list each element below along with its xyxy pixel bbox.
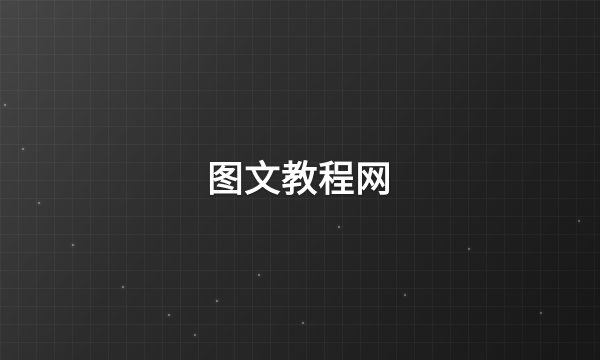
speckle — [194, 334, 196, 336]
page-title: 图文教程网 — [207, 159, 393, 200]
speckle — [404, 294, 406, 296]
speckle — [540, 312, 542, 314]
speckle — [338, 226, 340, 228]
speckle — [72, 244, 74, 246]
speckle — [22, 148, 24, 150]
speckle — [468, 248, 470, 250]
hero-banner: 图文教程网 — [0, 0, 600, 360]
speckle — [302, 322, 304, 324]
speckle — [168, 314, 170, 316]
speckle — [4, 104, 6, 106]
speckle — [122, 286, 124, 288]
speckle — [216, 300, 218, 302]
speckle — [258, 274, 260, 276]
speckle — [578, 220, 580, 222]
